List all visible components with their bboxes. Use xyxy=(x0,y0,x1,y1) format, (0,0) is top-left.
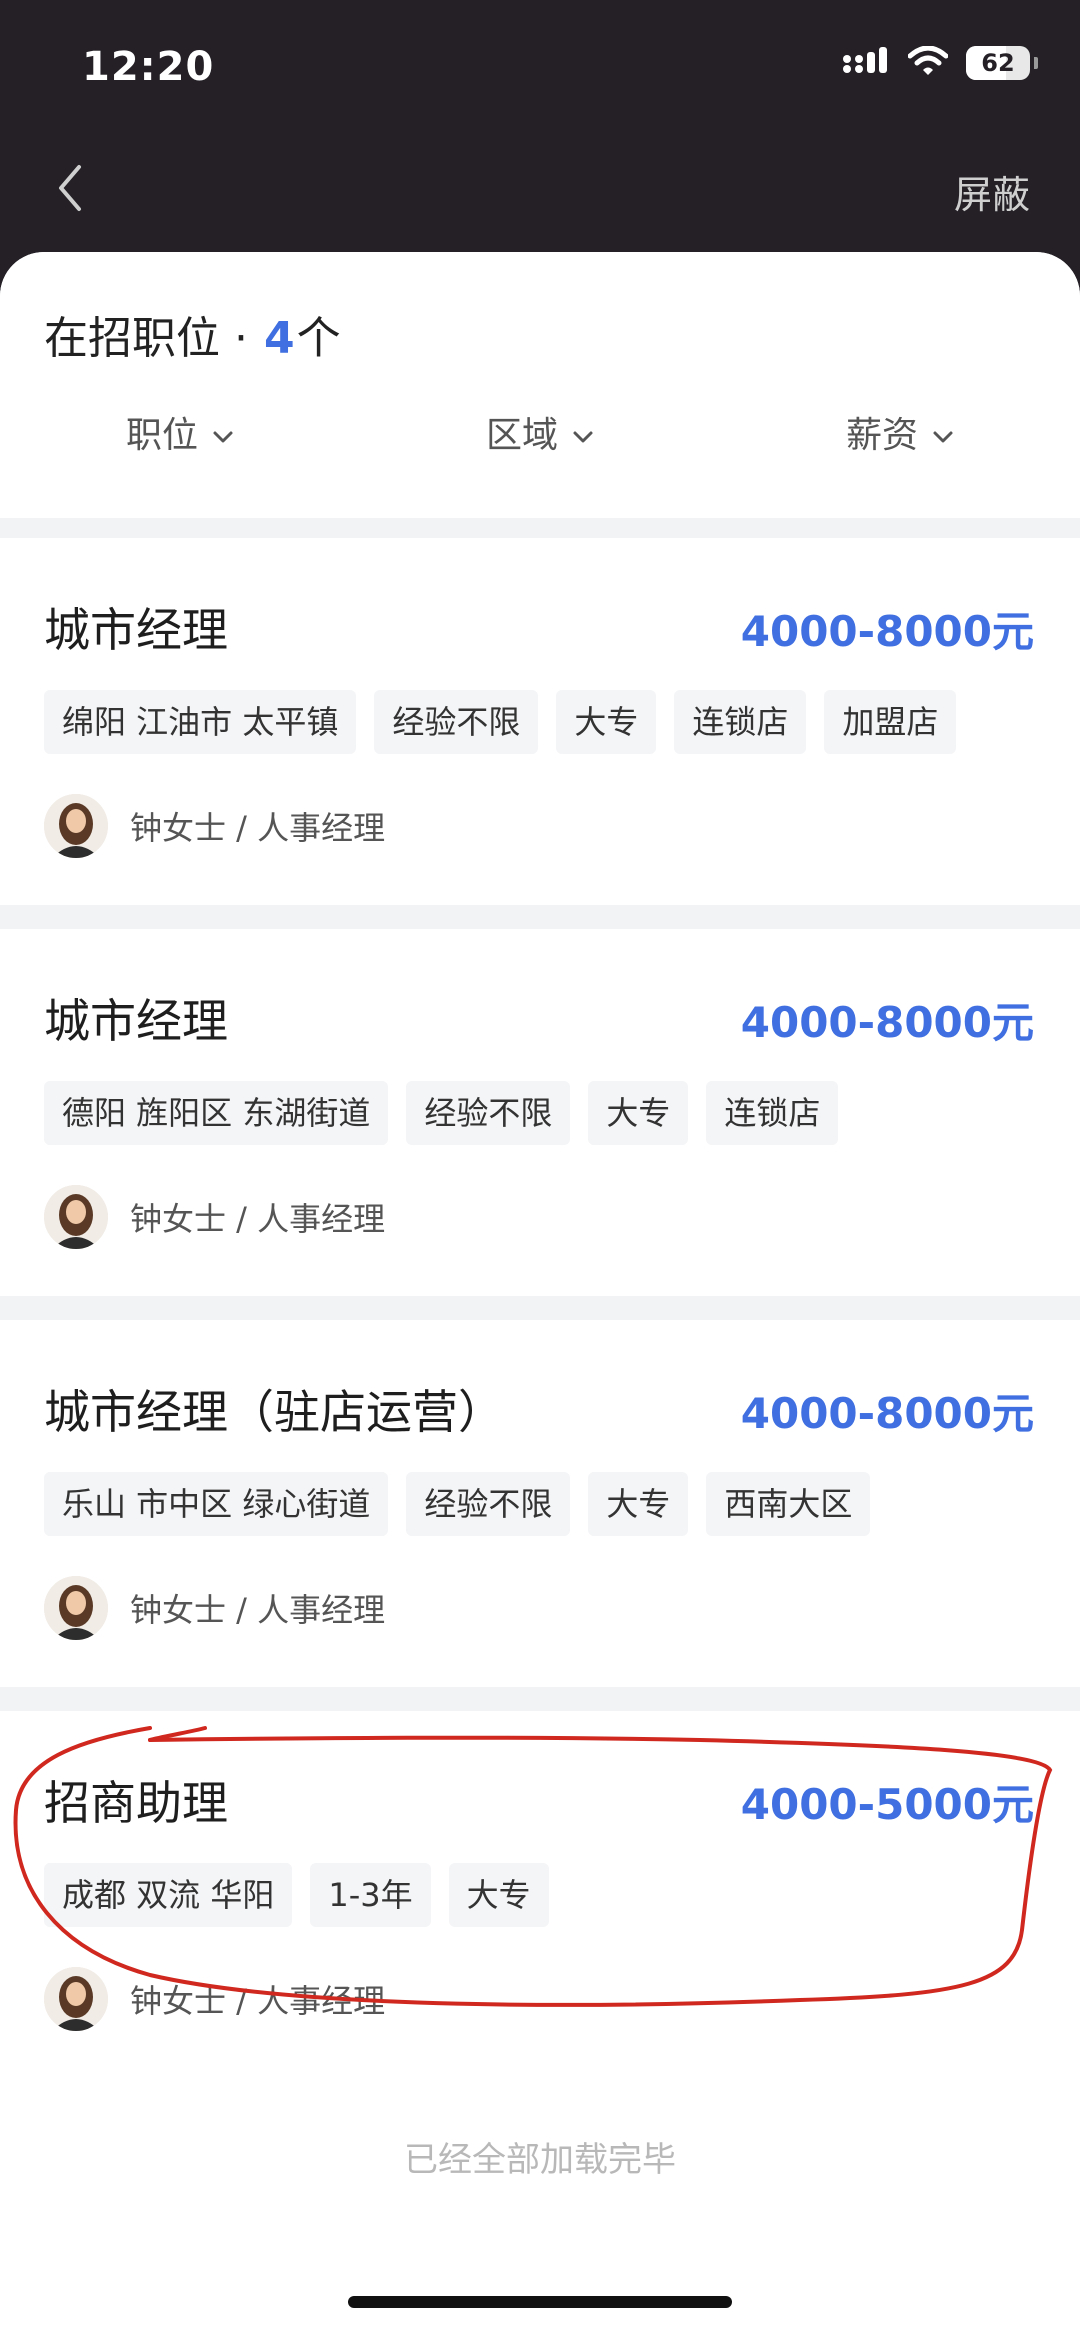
filter-salary[interactable]: 薪资 xyxy=(720,402,1080,462)
title-label: 在招职位 · xyxy=(44,313,262,364)
job-tag-experience: 经验不限 xyxy=(406,1472,571,1536)
recruiter-name: 钟女士 / 人事经理 xyxy=(130,809,386,847)
job-title: 城市经理（驻店运营） xyxy=(44,1385,504,1439)
job-salary: 4000-5000元 xyxy=(740,1780,1034,1829)
battery-tip xyxy=(1034,57,1038,69)
job-tags: 德阳 旌阳区 东湖街道 经验不限 大专 连锁店 xyxy=(44,1081,839,1145)
avatar xyxy=(44,1185,108,1249)
job-tag: 连锁店 xyxy=(674,690,807,754)
job-tag-location: 德阳 旌阳区 东湖街道 xyxy=(44,1081,389,1145)
chevron-down-icon xyxy=(932,412,954,453)
recruiter-info: 钟女士 / 人事经理 xyxy=(44,1185,385,1249)
page-title: 在招职位 · 4个 xyxy=(44,302,341,366)
recruiter-info: 钟女士 / 人事经理 xyxy=(44,1967,385,2031)
job-card[interactable]: 城市经理 4000-8000元 德阳 旌阳区 东湖街道 经验不限 大专 连锁店 … xyxy=(0,929,1080,1296)
job-card[interactable]: 城市经理 4000-8000元 绵阳 江油市 太平镇 经验不限 大专 连锁店 加… xyxy=(0,538,1080,905)
job-card[interactable]: 城市经理（驻店运营） 4000-8000元 乐山 市中区 绿心街道 经验不限 大… xyxy=(0,1320,1080,1687)
block-button[interactable]: 屏蔽 xyxy=(954,164,1030,219)
filter-label: 区域 xyxy=(485,415,558,456)
load-complete-text: 已经全部加载完毕 xyxy=(404,2140,676,2180)
job-tag-experience: 经验不限 xyxy=(374,690,539,754)
job-card[interactable]: 招商助理 4000-5000元 成都 双流 华阳 1-3年 大专 钟女士 / 人… xyxy=(0,1711,1080,2081)
job-list: 城市经理 4000-8000元 绵阳 江油市 太平镇 经验不限 大专 连锁店 加… xyxy=(0,538,1080,2081)
wifi-icon xyxy=(907,45,949,80)
status-time: 12:20 xyxy=(82,44,215,90)
chevron-left-icon xyxy=(55,163,85,217)
filter-area[interactable]: 区域 xyxy=(360,402,720,462)
avatar xyxy=(44,794,108,858)
job-tag-location: 绵阳 江油市 太平镇 xyxy=(44,690,357,754)
job-tags: 乐山 市中区 绿心街道 经验不限 大专 西南大区 xyxy=(44,1472,871,1536)
job-salary: 4000-8000元 xyxy=(740,607,1034,656)
job-tag-education: 大专 xyxy=(448,1863,549,1927)
recruiter-name: 钟女士 / 人事经理 xyxy=(130,1200,386,1238)
job-list-sheet: 在招职位 · 4个 职位 区域 薪资 城市经理 4000-8000元 绵阳 江油… xyxy=(0,252,1080,2337)
job-count: 4 xyxy=(263,313,295,364)
battery-level: 62 xyxy=(981,49,1015,77)
job-tag-experience: 经验不限 xyxy=(406,1081,571,1145)
job-tag-education: 大专 xyxy=(556,690,657,754)
job-tag-location: 成都 双流 华阳 xyxy=(44,1863,293,1927)
chevron-down-icon xyxy=(572,412,594,453)
job-salary: 4000-8000元 xyxy=(740,998,1034,1047)
job-tag-education: 大专 xyxy=(588,1081,689,1145)
filter-bar: 职位 区域 薪资 xyxy=(0,402,1080,462)
job-tag-education: 大专 xyxy=(588,1472,689,1536)
recruiter-name: 钟女士 / 人事经理 xyxy=(130,1591,386,1629)
recruiter-info: 钟女士 / 人事经理 xyxy=(44,794,385,858)
filter-position[interactable]: 职位 xyxy=(0,402,360,462)
cellular-signal-icon xyxy=(842,46,890,80)
filter-label: 职位 xyxy=(125,415,198,456)
status-bar: 12:20 62 xyxy=(0,0,1080,140)
job-tag: 连锁店 xyxy=(706,1081,839,1145)
job-tags: 成都 双流 华阳 1-3年 大专 xyxy=(44,1863,549,1927)
battery-icon: 62 xyxy=(966,46,1030,80)
job-salary: 4000-8000元 xyxy=(740,1389,1034,1438)
home-indicator xyxy=(348,2296,732,2308)
job-title: 城市经理 xyxy=(44,603,228,657)
job-tags: 绵阳 江油市 太平镇 经验不限 大专 连锁店 加盟店 xyxy=(44,690,957,754)
sheet-header: 在招职位 · 4个 职位 区域 薪资 xyxy=(0,252,1080,518)
count-suffix: 个 xyxy=(296,313,341,364)
job-title: 城市经理 xyxy=(44,994,228,1048)
back-button[interactable] xyxy=(40,160,100,220)
chevron-down-icon xyxy=(212,412,234,453)
job-tag: 加盟店 xyxy=(824,690,957,754)
avatar xyxy=(44,1967,108,2031)
job-tag: 西南大区 xyxy=(706,1472,871,1536)
recruiter-name: 钟女士 / 人事经理 xyxy=(130,1982,386,2020)
job-tag-experience: 1-3年 xyxy=(310,1863,431,1927)
avatar xyxy=(44,1576,108,1640)
filter-label: 薪资 xyxy=(845,415,918,456)
recruiter-info: 钟女士 / 人事经理 xyxy=(44,1576,385,1640)
status-icons: 62 xyxy=(842,45,1038,80)
nav-bar: 屏蔽 xyxy=(0,140,1080,250)
job-tag-location: 乐山 市中区 绿心街道 xyxy=(44,1472,389,1536)
job-title: 招商助理 xyxy=(44,1776,228,1830)
list-footer xyxy=(0,2042,1080,2337)
